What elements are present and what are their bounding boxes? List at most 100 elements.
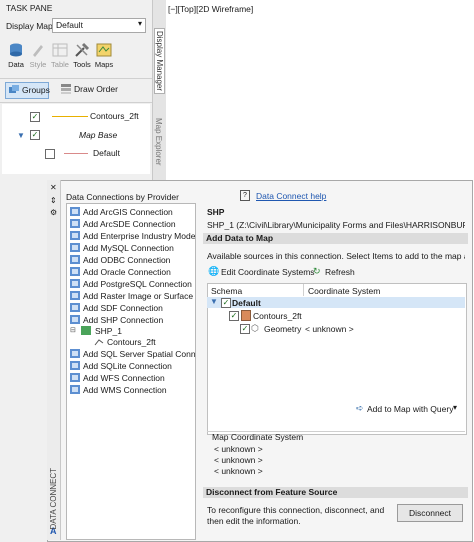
provider-label: Add SQL Server Spatial Connect (83, 349, 196, 359)
map-base-checkbox[interactable]: ✓ (30, 130, 40, 140)
shp-path: SHP_1 (Z:\Civil\Library\Municipality For… (207, 220, 465, 230)
connection-icon (70, 219, 80, 228)
contours-schema-checkbox[interactable]: ✓ (229, 311, 239, 321)
default-schema-label: Default (232, 298, 261, 308)
map-coordinate-system-title: Map Coordinate System (212, 432, 304, 442)
disconnect-description-line2: then edit the information. (207, 516, 301, 526)
refresh-label: Refresh (325, 267, 355, 277)
connection-icon (70, 267, 80, 276)
connection-icon (70, 373, 80, 382)
data-connect-help-link[interactable]: Data Connect help (256, 191, 326, 201)
tab-display-manager[interactable]: Display Manager (154, 28, 165, 95)
maps-tool-button[interactable]: Maps (93, 42, 115, 69)
map-base-group-label[interactable]: Map Base (79, 130, 117, 140)
toolbar-divider (0, 78, 152, 79)
add-to-map-icon: ➪ (356, 403, 364, 413)
draw-order-button[interactable]: Draw Order (58, 82, 118, 97)
connection-icon (70, 349, 80, 358)
connection-icon (70, 255, 80, 264)
collapse-icon[interactable]: ⊟ (70, 326, 76, 334)
gear-icon[interactable]: ⚙ (50, 208, 57, 217)
schema-column-header[interactable]: Schema (211, 286, 242, 296)
style-icon (33, 45, 43, 57)
table-tool-label: Table (51, 60, 69, 69)
geometry-label: Geometry (264, 324, 302, 334)
close-icon[interactable]: ✕ (50, 183, 57, 192)
help-icon[interactable]: ? (240, 190, 250, 201)
style-tool-label: Style (29, 60, 47, 69)
style-tool-button[interactable]: Style (27, 42, 49, 69)
connection-icon (70, 385, 80, 394)
disconnect-description-line1: To reconfigure this connection, disconne… (207, 505, 385, 515)
tools-tool-label: Tools (73, 60, 91, 69)
tools-tool-button[interactable]: Tools (71, 42, 93, 69)
connection-icon (70, 243, 80, 252)
viewport-label[interactable]: [−][Top][2D Wireframe] (168, 4, 253, 14)
default-schema-checkbox[interactable]: ✓ (221, 298, 231, 308)
add-to-map-label: Add to Map with Query (367, 404, 454, 414)
connection-icon (70, 279, 80, 288)
chevron-down-icon: ▾ (137, 19, 142, 28)
map-cs-value: < unknown > (214, 455, 263, 465)
layer-divider (0, 102, 152, 103)
provider-tree: Add ArcGIS Connection Add ArcSDE Connect… (66, 203, 196, 540)
contours-layer-checkbox[interactable]: ✓ (30, 112, 40, 122)
groups-label: Groups (22, 85, 50, 95)
provider-label: Add SQLite Connection (83, 361, 172, 371)
expand-toggle-icon[interactable]: ▼ (17, 131, 25, 140)
provider-label: Add ArcGIS Connection (83, 207, 173, 217)
shp-folder-icon (81, 326, 91, 335)
connection-icon (70, 315, 80, 324)
map-cs-value: < unknown > (214, 466, 263, 476)
shp-title: SHP (207, 207, 225, 217)
groups-icon (9, 85, 19, 93)
provider-label: Add WFS Connection (83, 373, 165, 383)
groups-button[interactable]: Groups (5, 82, 50, 99)
add-data-description: Available sources in this connection. Se… (207, 251, 465, 261)
provider-label: Add SDF Connection (83, 303, 163, 313)
provider-label: Add ArcSDE Connection (83, 219, 176, 229)
provider-label: Add SHP Connection (83, 315, 164, 325)
table-tool-button[interactable]: Table (49, 42, 71, 69)
layer-tree: ✓ Contours_2ft ▼ ✓ Map Base Default (2, 104, 150, 174)
connection-icon (70, 231, 80, 240)
default-line-swatch (64, 153, 88, 154)
line-feature-icon (94, 339, 104, 346)
connection-icon (70, 291, 80, 300)
data-tool-label: Data (8, 60, 24, 69)
contours-layer-label[interactable]: Contours_2ft (90, 111, 139, 121)
refresh-icon: ↻ (313, 266, 321, 276)
contours-schema-label: Contours_2ft (253, 311, 302, 321)
draw-order-label: Draw Order (74, 84, 118, 94)
data-icon (10, 43, 22, 57)
default-layer-label[interactable]: Default (93, 148, 120, 158)
geometry-coordinate-system: < unknown > (305, 324, 354, 334)
display-map-value: Default (56, 20, 83, 30)
disconnect-button[interactable]: Disconnect (397, 504, 463, 522)
default-layer-checkbox[interactable] (45, 149, 55, 159)
expand-toggle-icon[interactable]: ▼ (210, 297, 218, 306)
provider-label: Add ODBC Connection (83, 255, 171, 265)
connection-icon (70, 303, 80, 312)
providers-title: Data Connections by Provider (66, 192, 179, 202)
coordinate-system-column-header[interactable]: Coordinate System (308, 286, 380, 296)
schema-row-default[interactable]: ▼ ✓ Default (207, 297, 465, 308)
edit-cs-label: Edit Coordinate Systems (221, 267, 315, 277)
connection-icon (70, 207, 80, 216)
draw-order-icon (61, 84, 71, 94)
tab-map-explorer[interactable]: Map Explorer (154, 118, 163, 166)
chevron-down-icon[interactable]: ▾ (453, 403, 457, 412)
provider-label: Add Oracle Connection (83, 267, 171, 277)
data-connect-side-title: DATA CONNECT (49, 468, 58, 530)
table-icon (52, 43, 68, 57)
pin-icon[interactable]: ⇕ (50, 196, 57, 205)
geometry-checkbox[interactable]: ✓ (240, 324, 250, 334)
geometry-shape-icon: ⬡ (251, 323, 259, 333)
globe-icon: 🌐 (208, 266, 220, 276)
data-tool-button[interactable]: Data (5, 42, 27, 69)
tools-icon (75, 42, 90, 57)
add-data-header: Add Data to Map (203, 233, 468, 244)
maps-icon (96, 43, 112, 57)
display-map-select[interactable]: Default ▾ (52, 18, 146, 33)
shp-feature-label: Contours_2ft (107, 337, 156, 347)
